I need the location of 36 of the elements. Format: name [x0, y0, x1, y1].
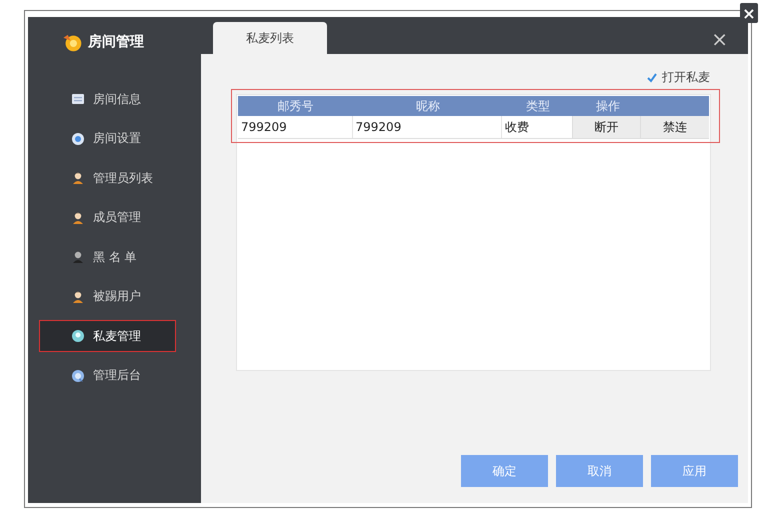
globe-icon — [71, 368, 85, 382]
sidebar-item[interactable]: 私麦管理 — [39, 320, 176, 352]
sidebar-label: 黑 名 单 — [93, 248, 137, 266]
sidebar-item[interactable]: 成员管理 — [28, 202, 201, 234]
person-icon — [71, 290, 85, 304]
sidebar-item[interactable]: 管理后台 — [28, 360, 201, 392]
checkbox-label: 打开私麦 — [662, 69, 710, 86]
person-icon — [71, 171, 85, 185]
person-icon — [71, 250, 85, 264]
window-title: 房间管理 — [88, 33, 144, 51]
action-button[interactable]: 禁连 — [640, 116, 709, 138]
sidebar-label: 管理后台 — [93, 367, 141, 384]
logo-icon — [62, 32, 82, 52]
sidebar-label: 私麦管理 — [93, 328, 141, 344]
sidebar-label: 房间设置 — [93, 130, 141, 147]
card-icon — [71, 92, 85, 106]
sidebar-label: 房间信息 — [93, 90, 141, 108]
person-icon — [71, 210, 85, 224]
table-cell-text: 收费 — [504, 118, 530, 136]
check-icon — [646, 72, 658, 84]
close-button[interactable]: × — [711, 26, 728, 50]
action-button[interactable]: 断开 — [572, 116, 640, 138]
close-button[interactable]: × — [740, 3, 758, 23]
sidebar-item[interactable]: 被踢用户 — [28, 280, 201, 312]
sidebar-label: 成员管理 — [93, 209, 141, 226]
sidebar-label: 被踢用户 — [93, 288, 141, 305]
sidebar-label: 管理员列表 — [93, 170, 153, 186]
sidebar-item[interactable]: 黑 名 单 — [28, 241, 201, 273]
sidebar-item[interactable]: 管理员列表 — [28, 162, 201, 194]
sidebar-item[interactable]: 房间设置 — [28, 122, 201, 154]
table-cell: 799209 — [352, 116, 502, 138]
bulb-icon — [71, 329, 85, 343]
checkbox[interactable]: 打开私麦 — [646, 69, 710, 86]
tab[interactable]: 私麦列表 — [213, 22, 327, 54]
sidebar-item[interactable]: 房间信息 — [28, 83, 201, 115]
table-cell: 799209 — [238, 116, 353, 138]
